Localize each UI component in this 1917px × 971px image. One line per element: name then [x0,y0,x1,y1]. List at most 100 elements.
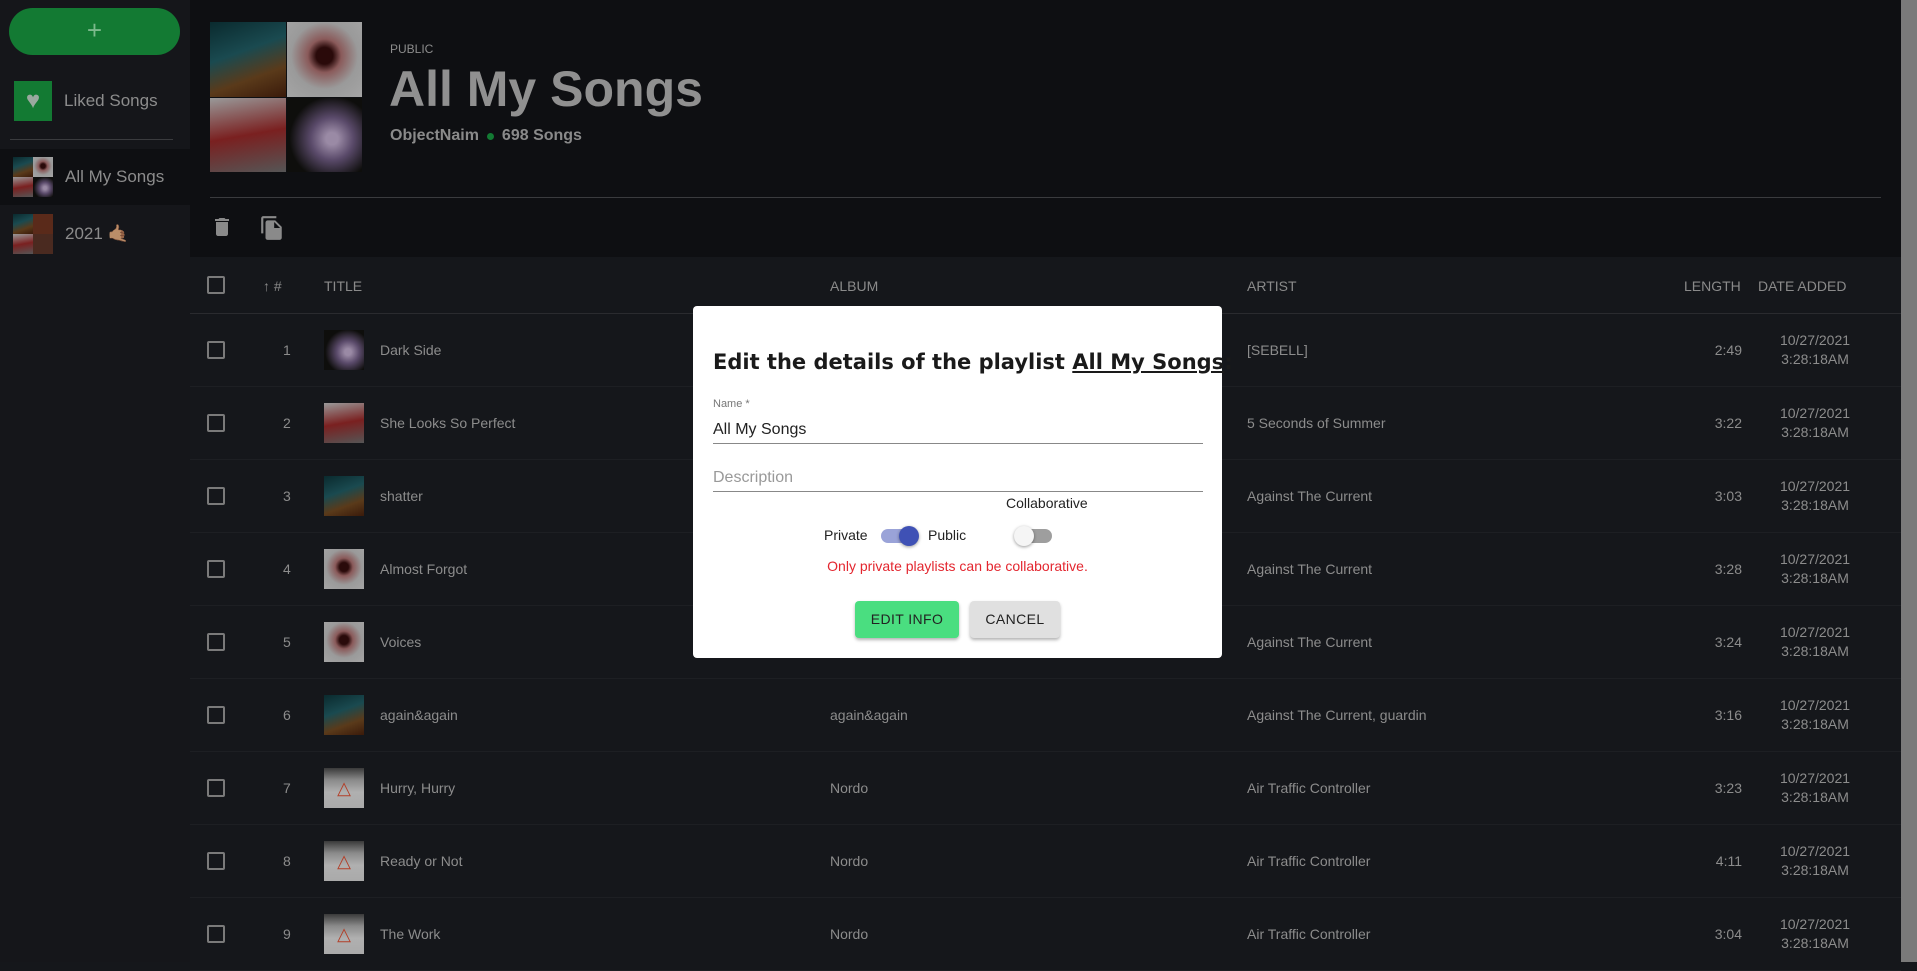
track-artist[interactable]: Air Traffic Controller [1247,853,1370,869]
track-artist[interactable]: Against The Current [1247,488,1372,504]
name-field[interactable] [713,416,1203,444]
cancel-button[interactable]: CANCEL [970,601,1060,638]
public-toggle[interactable] [881,526,919,546]
time: 3:28:18AM [1781,424,1849,440]
track-title[interactable]: The Work [380,926,440,942]
song-count: 698 Songs [501,127,582,144]
row-checkbox[interactable] [207,414,225,432]
date: 10/27/2021 [1779,843,1851,859]
date-added: 10/27/2021 3:28:18AM [1775,477,1855,515]
row-checkbox[interactable] [207,706,225,724]
date-added: 10/27/2021 3:28:18AM [1775,915,1855,953]
track-title[interactable]: Voices [380,634,421,650]
date-added: 10/27/2021 3:28:18AM [1775,550,1855,588]
track-number: 8 [283,853,291,869]
album-art: △ [324,841,364,881]
row-checkbox[interactable] [207,487,225,505]
playlist-cover [210,22,362,172]
title-suffix: : [1224,350,1233,374]
sidebar-item-2021[interactable]: 2021 🤙🏽 [0,206,190,262]
playlist-meta: ObjectNaim 698 Songs [390,127,582,145]
sidebar-item-all-my-songs[interactable]: All My Songs [0,149,190,205]
owner-name[interactable]: ObjectNaim [390,127,479,145]
track-number: 6 [283,707,291,723]
track-length: 4:11 [1715,853,1742,869]
public-label: Public [928,527,967,543]
row-checkbox[interactable] [207,341,225,359]
row-checkbox[interactable] [207,560,225,578]
album-art [324,695,364,735]
divider [10,139,173,140]
track-title[interactable]: Ready or Not [380,853,462,869]
row-checkbox[interactable] [207,852,225,870]
time: 3:28:18AM [1781,570,1849,586]
track-length: 3:22 [1714,415,1742,431]
track-title[interactable]: She Looks So Perfect [380,415,515,431]
toggle-knob [899,526,919,546]
sort-number-header[interactable]: ↑ # [263,278,282,294]
scrollbar[interactable] [1901,0,1917,962]
track-album[interactable]: Nordo [830,780,868,796]
track-artist[interactable]: 5 Seconds of Summer [1247,415,1386,431]
copy-icon[interactable] [259,214,283,240]
track-artist[interactable]: [SEBELL] [1247,342,1308,358]
divider [210,197,1881,198]
row-checkbox[interactable] [207,633,225,651]
column-title[interactable]: TITLE [324,278,362,294]
date: 10/27/2021 [1779,551,1851,567]
track-album[interactable]: Nordo [830,853,868,869]
description-field[interactable] [713,464,1203,492]
track-title[interactable]: Dark Side [380,342,441,358]
table-row[interactable]: 7 △ Hurry, Hurry Nordo Air Traffic Contr… [190,752,1901,825]
track-artist[interactable]: Against The Current, guardin [1247,707,1427,723]
column-length[interactable]: LENGTH [1684,278,1741,294]
heart-icon: ♥ [14,81,52,121]
sidebar-item-label: Liked Songs [64,91,158,110]
private-label: Private [824,527,868,543]
column-number: # [273,278,282,294]
date: 10/27/2021 [1779,697,1851,713]
table-row[interactable]: 6 again&again again&again Against The Cu… [190,679,1901,752]
date-added: 10/27/2021 3:28:18AM [1775,696,1855,734]
collaborative-toggle[interactable] [1014,526,1052,546]
table-row[interactable]: 9 △ The Work Nordo Air Traffic Controlle… [190,898,1901,971]
visibility-label: PUBLIC [390,42,434,56]
track-number: 4 [283,561,291,577]
date: 10/27/2021 [1779,770,1851,786]
date: 10/27/2021 [1779,405,1851,421]
track-title[interactable]: Hurry, Hurry [380,780,455,796]
track-title[interactable]: Almost Forgot [380,561,467,577]
track-artist[interactable]: Against The Current [1247,561,1372,577]
track-length: 3:23 [1714,780,1742,796]
track-number: 1 [283,342,291,358]
row-checkbox[interactable] [207,779,225,797]
column-date-added[interactable]: DATE ADDED [1758,278,1846,294]
date-added: 10/27/2021 3:28:18AM [1775,623,1855,661]
create-playlist-button[interactable]: + [9,8,180,55]
track-artist[interactable]: Air Traffic Controller [1247,926,1370,942]
edit-info-button[interactable]: EDIT INFO [855,601,959,638]
time: 3:28:18AM [1781,935,1849,951]
playlist-cover [13,157,53,197]
track-length: 3:28 [1714,561,1742,577]
track-number: 5 [283,634,291,650]
track-artist[interactable]: Against The Current [1247,634,1372,650]
date: 10/27/2021 [1779,624,1851,640]
track-album[interactable]: again&again [830,707,908,723]
column-album[interactable]: ALBUM [830,278,878,294]
playlist-header: PUBLIC All My Songs ObjectNaim 698 Songs [190,0,1901,257]
track-title[interactable]: shatter [380,488,423,504]
sidebar-item-liked-songs[interactable]: ♥ Liked Songs [0,80,190,122]
album-art [324,476,364,516]
row-checkbox[interactable] [207,925,225,943]
track-album[interactable]: Nordo [830,926,868,942]
trash-icon[interactable] [210,214,234,240]
date-added: 10/27/2021 3:28:18AM [1775,331,1855,369]
separator-dot [486,132,494,140]
column-artist[interactable]: ARTIST [1247,278,1297,294]
date: 10/27/2021 [1779,332,1851,348]
select-all-checkbox[interactable] [207,276,225,294]
table-row[interactable]: 8 △ Ready or Not Nordo Air Traffic Contr… [190,825,1901,898]
track-title[interactable]: again&again [380,707,458,723]
track-artist[interactable]: Air Traffic Controller [1247,780,1370,796]
